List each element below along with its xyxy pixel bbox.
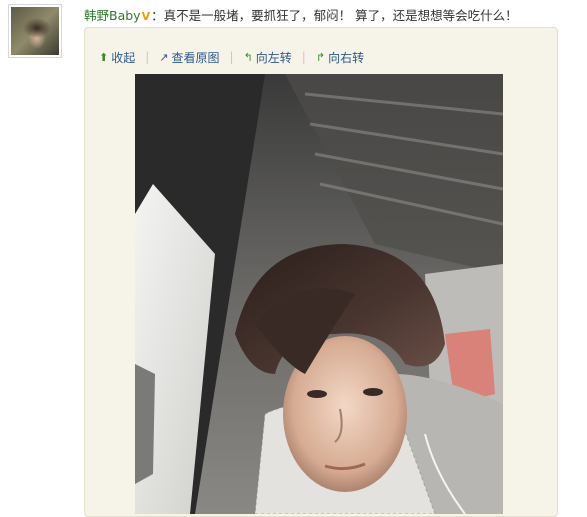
collapse-label: 收起 (111, 50, 136, 65)
photo-illustration (135, 74, 503, 514)
colon-separator: ： (151, 8, 164, 23)
post-text: 韩野BabyV：真不是一般堵，要抓狂了，郁闷！ 算了，还是想想等会吃什么！ (84, 7, 518, 26)
media-expanded-panel: ⬆ 收起 | ↗ 查看原图 | ↰ 向左转 | ↱ 向右转 (84, 27, 558, 517)
rotate-left-label: 向左转 (255, 50, 292, 65)
avatar-image (11, 7, 59, 55)
post-message: 真不是一般堵，要抓狂了，郁闷！ 算了，还是想想等会吃什么！ (163, 8, 518, 23)
rotate-right-button[interactable]: ↱ 向右转 (316, 49, 364, 66)
username-link[interactable]: 韩野Baby (84, 8, 141, 23)
vip-badge-icon: V (141, 10, 151, 23)
rotate-left-icon: ↰ (243, 50, 253, 64)
rotate-right-label: 向右转 (328, 50, 365, 65)
media-toolbar: ⬆ 收起 | ↗ 查看原图 | ↰ 向左转 | ↱ 向右转 (99, 48, 364, 66)
avatar[interactable] (8, 4, 62, 58)
rotate-left-button[interactable]: ↰ 向左转 (244, 49, 292, 66)
view-original-label: 查看原图 (171, 50, 220, 65)
toolbar-divider: | (301, 50, 306, 64)
post-photo[interactable] (135, 74, 503, 514)
up-arrow-icon: ⬆ (99, 50, 109, 64)
rotate-right-icon: ↱ (315, 50, 326, 64)
collapse-button[interactable]: ⬆ 收起 (99, 49, 135, 66)
toolbar-divider: | (229, 50, 234, 64)
view-original-button[interactable]: ↗ 查看原图 (159, 49, 219, 66)
external-link-icon: ↗ (159, 50, 169, 64)
toolbar-divider: | (145, 50, 150, 64)
